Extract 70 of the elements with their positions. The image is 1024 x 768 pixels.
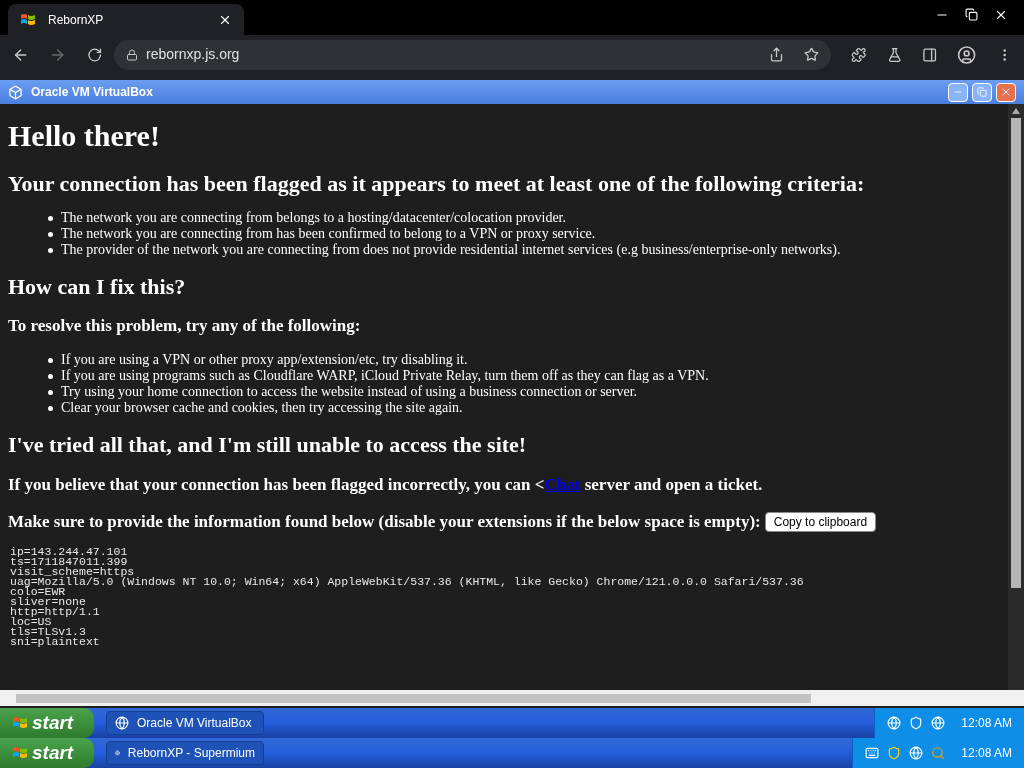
- globe-icon[interactable]: [931, 716, 946, 730]
- list-item-text: Clear your browser cache and cookies, then try accessing the site again.: [61, 400, 463, 416]
- restore-icon[interactable]: [965, 8, 978, 21]
- section-heading: I've tried all that, and I'm still unable to access the site!: [8, 431, 528, 459]
- scroll-up-arrow-icon[interactable]: [1012, 108, 1020, 114]
- trace-line: visit_scheme=https: [10, 567, 135, 577]
- window-title: Oracle VM VirtualBox: [31, 84, 153, 101]
- list-item-text: The network you are connecting from belongs to a hosting/datacenter/colocation provider.: [61, 210, 566, 226]
- trace-line: ip=143.244.47.101: [10, 547, 128, 557]
- start-button[interactable]: start: [0, 738, 94, 768]
- lock-icon: [126, 48, 138, 61]
- windows-logo-icon: [12, 745, 28, 761]
- windows-logo-icon: [12, 715, 28, 731]
- clock: 12:08 AM: [961, 745, 1012, 762]
- section-heading: How can I fix this?: [8, 273, 187, 301]
- copy-button[interactable]: Copy to clipboard: [764, 512, 877, 532]
- close-button[interactable]: [996, 82, 1016, 102]
- minimize-button[interactable]: [948, 82, 968, 102]
- trace-line: uag=Mozilla/5.0 (Windows NT 10.0; Win64; x64) AppleWebKit/537.36 (KHTML, like Gecko) Chrome/121.0.0.0 Safari/537.36: [10, 577, 804, 587]
- trace-line: loc=US: [10, 617, 52, 627]
- vertical-scrollbar[interactable]: [1008, 104, 1024, 690]
- bullet-icon: [48, 357, 53, 363]
- bullet-icon: [48, 215, 53, 221]
- profile-icon[interactable]: [957, 44, 977, 65]
- bullet-icon: [48, 373, 53, 379]
- list-item-text: If you are using programs such as Cloudflare WARP, iCloud Private Relay, turn them off as they can flag as a VPN.: [61, 368, 709, 384]
- trace-line: sni=plaintext: [10, 637, 100, 647]
- trace-line: colo=EWR: [10, 587, 66, 597]
- browser-tab[interactable]: RebornXP: [8, 4, 244, 35]
- flask-icon[interactable]: [886, 46, 903, 63]
- bullet-icon: [48, 405, 53, 411]
- clock: 12:08 AM: [961, 715, 1012, 732]
- section-heading: Your connection has been flagged as it appears to meet at least one of the following criteria:: [8, 170, 866, 198]
- trace-line: ts=1711847011.399: [10, 557, 128, 567]
- horizontal-scrollbar[interactable]: [0, 690, 1024, 706]
- url-text: rebornxp.js.org: [146, 45, 240, 64]
- bullet-icon: [48, 247, 53, 253]
- close-icon[interactable]: [994, 8, 1008, 22]
- share-icon[interactable]: [769, 47, 785, 62]
- taskbar-button[interactable]: RebornXP - Supermium: [106, 741, 264, 765]
- network-icon[interactable]: [887, 716, 902, 730]
- star-icon[interactable]: [804, 47, 820, 62]
- list-item-text: The provider of the network you are connecting from does not provide residential internet services (e.g business/enterprise-only networks).: [61, 242, 841, 258]
- section-subheading: To resolve this problem, try any of the following:: [8, 315, 362, 337]
- trace-line: tls=TLSv1.3: [10, 627, 86, 637]
- address-bar[interactable]: rebornxp.js.org: [114, 39, 832, 70]
- bullet-icon: [48, 389, 53, 395]
- ticket-sentence: If you believe that your connection has been flagged incorrectly, you can <Chat server and open a ticket.: [8, 474, 764, 496]
- close-icon: [1000, 86, 1012, 98]
- cube-icon: [8, 84, 23, 100]
- windows-logo-icon: [20, 11, 36, 28]
- list-item-text: The network you are connecting from has been confirmed to belong to a VPN or proxy service.: [61, 226, 596, 242]
- maximize-icon: [977, 87, 987, 97]
- extensions-icon[interactable]: [851, 46, 867, 63]
- tab-title: RebornXP: [48, 11, 104, 29]
- info-prompt: Make sure to provide the information found below (disable your extensions if the below space is empty):: [8, 511, 761, 533]
- start-button[interactable]: start: [0, 708, 94, 738]
- keyboard-icon[interactable]: [865, 746, 880, 760]
- bullet-icon: [48, 231, 53, 237]
- maximize-button[interactable]: [972, 82, 992, 102]
- taskbar-button[interactable]: Oracle VM VirtualBox: [106, 711, 264, 735]
- side-panel-icon[interactable]: [922, 46, 938, 63]
- trace-line: http=http/1.1: [10, 607, 100, 617]
- reload-icon[interactable]: [86, 46, 102, 63]
- network-icon[interactable]: [909, 746, 924, 760]
- list-item-text: Try using your home connection to access the website instead of using a business connection or server.: [61, 384, 638, 400]
- shield-icon[interactable]: [909, 716, 924, 730]
- trace-line: sliver=none: [10, 597, 86, 607]
- list-item-text: If you are using a VPN or other proxy app/extension/etc, try disabling it.: [61, 352, 468, 368]
- page-heading: Hello there!: [8, 118, 161, 154]
